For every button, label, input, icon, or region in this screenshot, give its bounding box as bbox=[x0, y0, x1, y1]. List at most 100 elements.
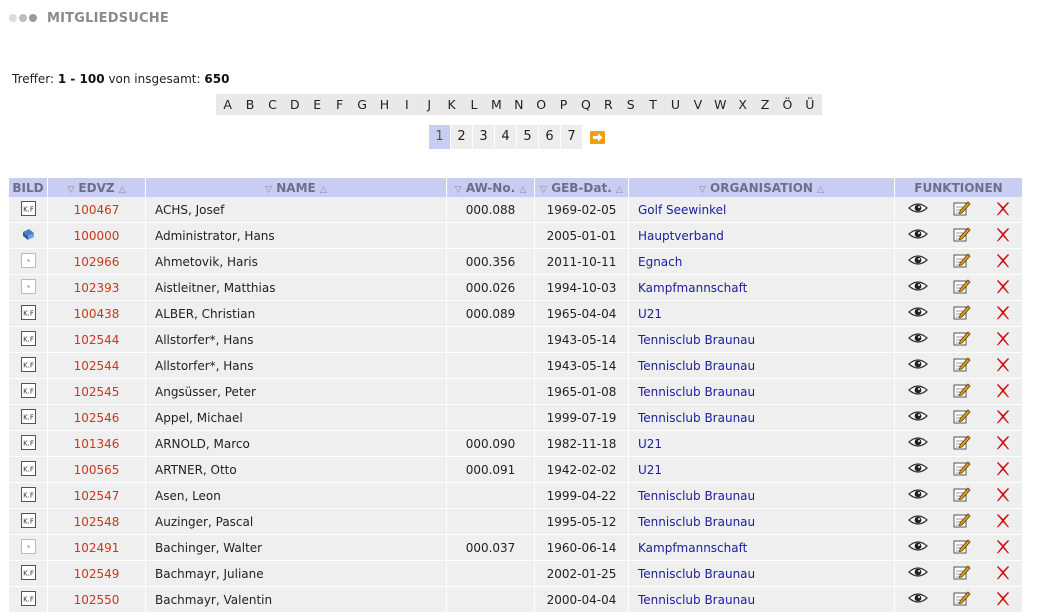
member-photo[interactable]: K.F bbox=[9, 561, 48, 587]
delete-icon[interactable] bbox=[996, 513, 1010, 531]
eye-icon[interactable] bbox=[907, 410, 928, 425]
delete-icon[interactable] bbox=[996, 305, 1010, 323]
member-organisation[interactable]: Tennisclub Braunau bbox=[629, 561, 895, 587]
member-photo[interactable]: K.F bbox=[9, 483, 48, 509]
alphabet-letter[interactable]: G bbox=[351, 94, 373, 115]
eye-icon[interactable] bbox=[907, 436, 928, 451]
blank-icon[interactable] bbox=[20, 278, 36, 297]
eye-icon[interactable] bbox=[907, 332, 928, 347]
member-edvz[interactable]: 102491 bbox=[48, 535, 146, 561]
page-link[interactable]: 7 bbox=[561, 125, 582, 149]
member-organisation[interactable]: Tennisclub Braunau bbox=[629, 327, 895, 353]
page-link[interactable]: 2 bbox=[451, 125, 472, 149]
member-photo[interactable]: K.F bbox=[9, 509, 48, 535]
eye-icon[interactable] bbox=[907, 306, 928, 321]
member-organisation[interactable]: U21 bbox=[629, 431, 895, 457]
member-photo[interactable]: K.F bbox=[9, 353, 48, 379]
edit-icon[interactable] bbox=[953, 538, 971, 557]
edit-icon[interactable] bbox=[953, 252, 971, 271]
kf-icon[interactable]: K.F bbox=[20, 512, 36, 531]
member-photo[interactable] bbox=[9, 275, 48, 301]
alphabet-letter[interactable]: Q bbox=[575, 94, 597, 115]
alphabet-letter[interactable]: H bbox=[373, 94, 396, 115]
alphabet-letter[interactable]: T bbox=[642, 94, 664, 115]
eye-icon[interactable] bbox=[907, 358, 928, 373]
member-edvz[interactable]: 102544 bbox=[48, 327, 146, 353]
edit-icon[interactable] bbox=[953, 356, 971, 375]
alphabet-letter[interactable]: Ü bbox=[799, 94, 821, 115]
edit-icon[interactable] bbox=[953, 278, 971, 297]
sort-down-icon[interactable]: ▽ bbox=[67, 185, 74, 195]
col-header-geb[interactable]: ▽ GEB-Dat. △ bbox=[535, 178, 629, 197]
delete-icon[interactable] bbox=[996, 357, 1010, 375]
edit-icon[interactable] bbox=[953, 486, 971, 505]
member-photo[interactable] bbox=[9, 223, 48, 249]
delete-icon[interactable] bbox=[996, 279, 1010, 297]
edit-icon[interactable] bbox=[953, 564, 971, 583]
sort-down-icon[interactable]: ▽ bbox=[540, 185, 547, 195]
edit-icon[interactable] bbox=[953, 330, 971, 349]
page-link[interactable]: 5 bbox=[517, 125, 538, 149]
alphabet-letter[interactable]: F bbox=[328, 94, 351, 115]
kf-icon[interactable]: K.F bbox=[20, 304, 36, 323]
sort-down-icon[interactable]: ▽ bbox=[265, 185, 272, 195]
kf-icon[interactable]: K.F bbox=[20, 564, 36, 583]
alphabet-letter[interactable]: U bbox=[664, 94, 687, 115]
member-edvz[interactable]: 102393 bbox=[48, 275, 146, 301]
sort-up-icon[interactable]: △ bbox=[817, 185, 824, 195]
member-organisation[interactable]: Tennisclub Braunau bbox=[629, 483, 895, 509]
kf-icon[interactable]: K.F bbox=[20, 200, 36, 219]
member-edvz[interactable]: 102546 bbox=[48, 405, 146, 431]
kf-icon[interactable]: K.F bbox=[20, 408, 36, 427]
delete-icon[interactable] bbox=[996, 331, 1010, 349]
eye-icon[interactable] bbox=[907, 540, 928, 555]
eye-icon[interactable] bbox=[907, 514, 928, 529]
edit-icon[interactable] bbox=[953, 408, 971, 427]
sort-down-icon[interactable]: ▽ bbox=[455, 185, 462, 195]
edit-icon[interactable] bbox=[953, 382, 971, 401]
col-header-org[interactable]: ▽ ORGANISATION △ bbox=[629, 178, 895, 197]
col-header-aw[interactable]: ▽ AW-No. △ bbox=[447, 178, 535, 197]
alphabet-letter[interactable]: S bbox=[620, 94, 642, 115]
alphabet-letter[interactable]: W bbox=[709, 94, 731, 115]
member-organisation[interactable]: Tennisclub Braunau bbox=[629, 353, 895, 379]
delete-icon[interactable] bbox=[996, 201, 1010, 219]
alphabet-letter[interactable]: K bbox=[440, 94, 463, 115]
member-organisation[interactable]: Hauptverband bbox=[629, 223, 895, 249]
member-organisation[interactable]: Golf Seewinkel bbox=[629, 197, 895, 223]
member-edvz[interactable]: 101346 bbox=[48, 431, 146, 457]
alphabet-letter[interactable]: M bbox=[485, 94, 508, 115]
delete-icon[interactable] bbox=[996, 591, 1010, 609]
alphabet-letter[interactable]: E bbox=[306, 94, 328, 115]
sort-down-icon[interactable]: ▽ bbox=[699, 185, 706, 195]
member-organisation[interactable]: Egnach bbox=[629, 249, 895, 275]
member-organisation[interactable]: Kampfmannschaft bbox=[629, 275, 895, 301]
arrow-right-icon[interactable] bbox=[590, 130, 605, 144]
eye-icon[interactable] bbox=[907, 280, 928, 295]
member-edvz[interactable]: 102549 bbox=[48, 561, 146, 587]
member-edvz[interactable]: 102544 bbox=[48, 353, 146, 379]
alphabet-letter[interactable]: L bbox=[463, 94, 485, 115]
alphabet-letter[interactable]: X bbox=[731, 94, 754, 115]
edit-icon[interactable] bbox=[953, 512, 971, 531]
member-photo[interactable]: K.F bbox=[9, 431, 48, 457]
member-photo[interactable]: K.F bbox=[9, 327, 48, 353]
edit-icon[interactable] bbox=[953, 304, 971, 323]
sort-up-icon[interactable]: △ bbox=[616, 185, 623, 195]
col-header-name[interactable]: ▽ NAME △ bbox=[146, 178, 447, 197]
alphabet-letter[interactable]: A bbox=[217, 94, 239, 115]
alphabet-letter[interactable]: Z bbox=[754, 94, 776, 115]
alphabet-letter[interactable]: N bbox=[508, 94, 530, 115]
member-photo[interactable]: K.F bbox=[9, 587, 48, 613]
delete-icon[interactable] bbox=[996, 227, 1010, 245]
alphabet-letter[interactable]: O bbox=[530, 94, 552, 115]
member-organisation[interactable]: U21 bbox=[629, 301, 895, 327]
eye-icon[interactable] bbox=[907, 488, 928, 503]
member-photo[interactable]: K.F bbox=[9, 379, 48, 405]
eye-icon[interactable] bbox=[907, 384, 928, 399]
member-edvz[interactable]: 102550 bbox=[48, 587, 146, 613]
delete-icon[interactable] bbox=[996, 253, 1010, 271]
delete-icon[interactable] bbox=[996, 461, 1010, 479]
kf-icon[interactable]: K.F bbox=[20, 382, 36, 401]
eye-icon[interactable] bbox=[907, 566, 928, 581]
